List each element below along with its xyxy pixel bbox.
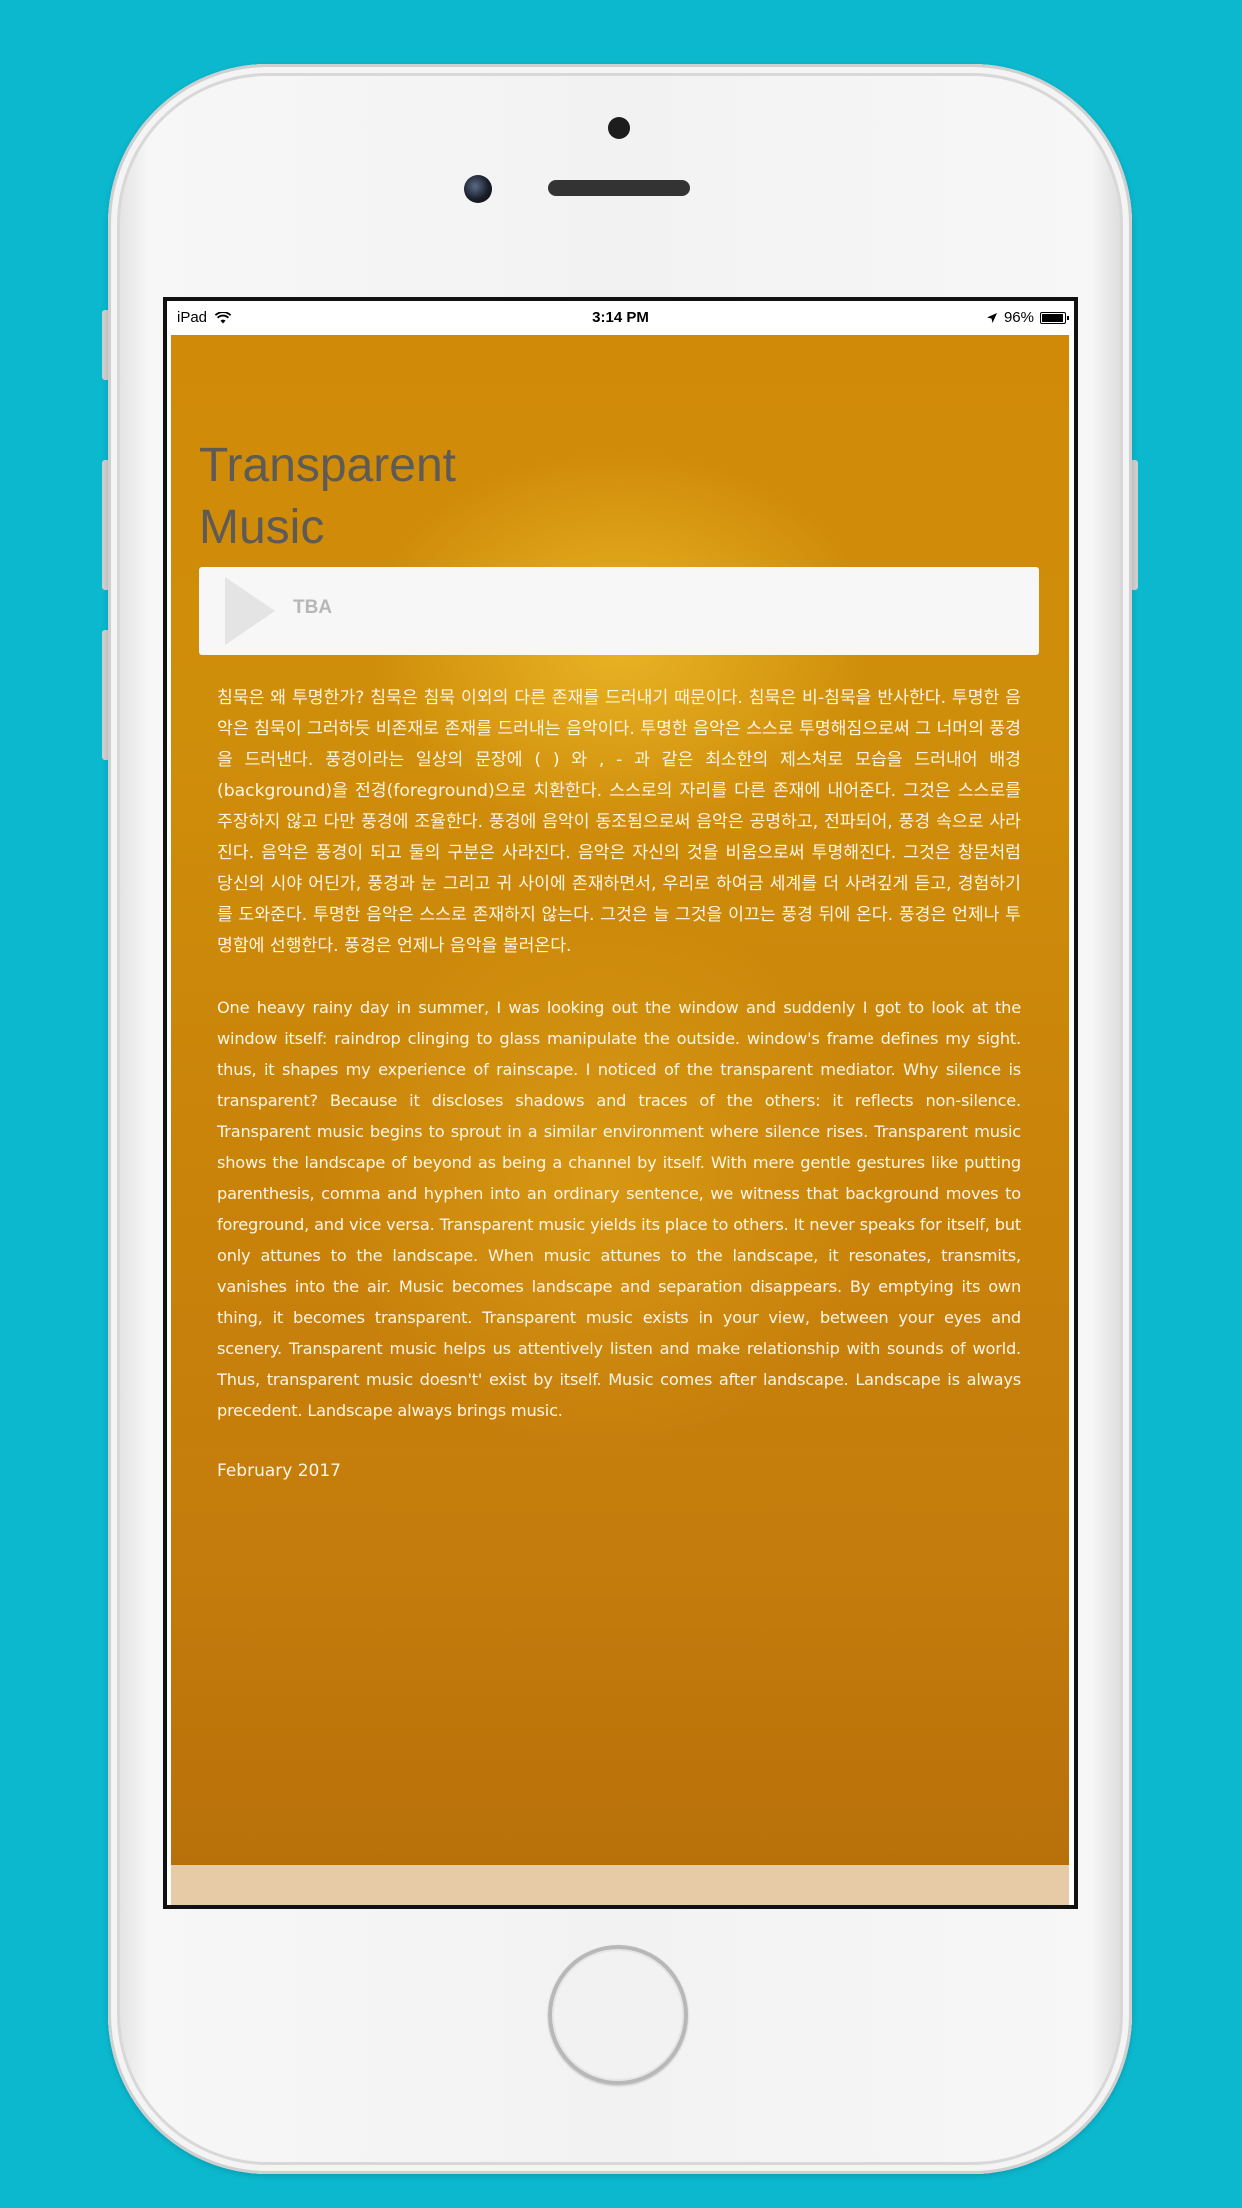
status-time: 3:14 PM — [592, 309, 649, 326]
location-arrow-icon — [986, 312, 997, 323]
display: iPad 3:14 PM 96% Transparent Music TBA 침… — [167, 301, 1074, 1905]
battery-percent: 96% — [1003, 309, 1034, 326]
home-button[interactable] — [548, 1945, 688, 2085]
screen: iPad 3:14 PM 96% Transparent Music TBA 침… — [163, 297, 1078, 1909]
audio-player[interactable]: TBA — [199, 567, 1039, 655]
bottom-bar — [171, 1865, 1069, 1905]
battery-icon — [1040, 311, 1069, 324]
english-paragraph: One heavy rainy day in summer, I was loo… — [217, 998, 1021, 1420]
korean-paragraph: 침묵은 왜 투명한가? 침묵은 침묵 이외의 다른 존재를 드러내기 때문이다.… — [217, 688, 1021, 956]
earpiece-speaker — [548, 180, 690, 196]
status-bar: iPad 3:14 PM 96% — [167, 301, 1074, 335]
proximity-sensor — [608, 117, 630, 139]
play-icon[interactable] — [225, 577, 275, 645]
content-area[interactable]: Transparent Music TBA 침묵은 왜 투명한가? 침묵은 침묵… — [171, 335, 1069, 1869]
track-title: TBA — [293, 597, 333, 618]
front-camera-icon — [464, 175, 492, 203]
publish-date: February 2017 — [217, 1461, 341, 1481]
page-title: Transparent Music — [199, 439, 457, 554]
article-body: 침묵은 왜 투명한가? 침묵은 침묵 이외의 다른 존재를 드러내기 때문이다.… — [217, 683, 1021, 1487]
